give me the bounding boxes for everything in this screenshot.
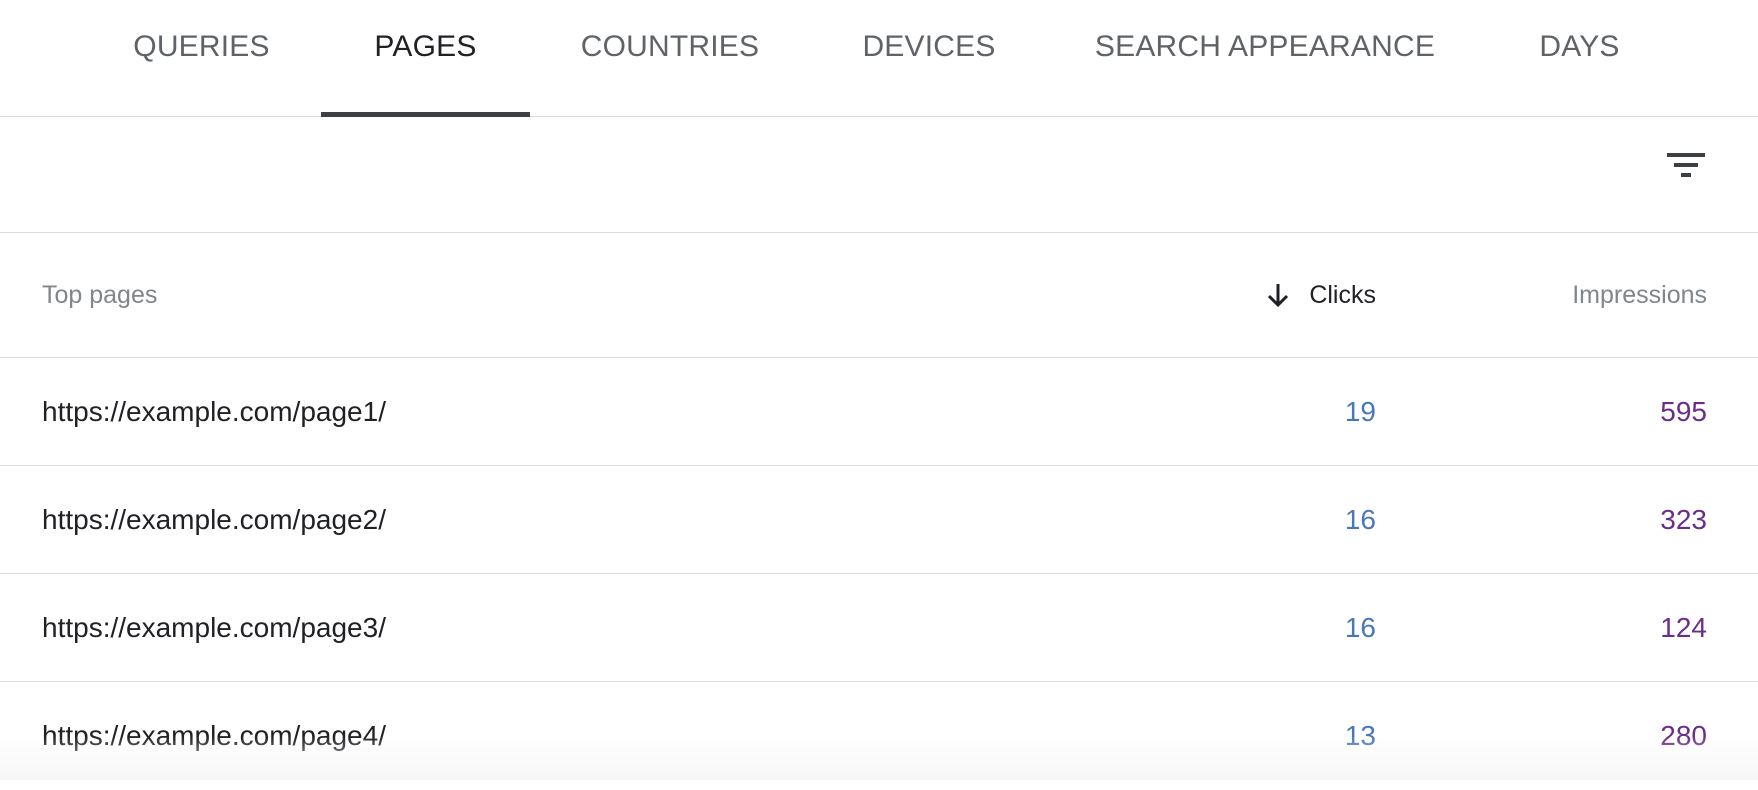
- tab-days[interactable]: DAYS: [1517, 0, 1642, 117]
- page-url[interactable]: https://example.com/page1/: [42, 396, 386, 428]
- clicks-value: 19: [1344, 395, 1376, 427]
- page-url[interactable]: https://example.com/page3/: [42, 612, 386, 644]
- tab-queries[interactable]: QUERIES: [105, 0, 298, 117]
- header-impressions-cell[interactable]: Impressions: [1572, 233, 1707, 357]
- tab-devices[interactable]: DEVICES: [845, 0, 1013, 117]
- impressions-value: 323: [1660, 503, 1707, 535]
- filter-button[interactable]: [1664, 143, 1708, 187]
- clicks-value: 16: [1344, 611, 1376, 643]
- header-top-pages[interactable]: Top pages: [42, 281, 157, 310]
- table-row[interactable]: https://example.com/page2/ 16 323: [0, 466, 1758, 574]
- tab-search-appearance[interactable]: SEARCH APPEARANCE: [1085, 0, 1445, 117]
- impressions-value: 280: [1660, 720, 1707, 751]
- header-page-cell: Top pages: [42, 233, 157, 357]
- impressions-value: 595: [1660, 395, 1707, 427]
- page-url[interactable]: https://example.com/page4/: [42, 720, 386, 752]
- clicks-value: 13: [1344, 720, 1376, 751]
- filter-list-icon: [1667, 153, 1705, 177]
- page-url[interactable]: https://example.com/page2/: [42, 504, 386, 536]
- clicks-value: 16: [1344, 503, 1376, 535]
- table-header-row: Top pages Clicks Impressions: [0, 233, 1758, 358]
- impressions-value: 124: [1660, 611, 1707, 643]
- table-toolbar: [0, 117, 1758, 233]
- header-impressions: Impressions: [1572, 280, 1707, 309]
- table-row[interactable]: https://example.com/page4/ 13 280: [0, 682, 1758, 790]
- arrow-downward-icon: [1268, 284, 1289, 308]
- header-clicks-cell[interactable]: Clicks: [1263, 233, 1376, 357]
- header-clicks: Clicks: [1309, 280, 1376, 309]
- table-row[interactable]: https://example.com/page3/ 16 124: [0, 574, 1758, 682]
- tab-pages[interactable]: PAGES: [321, 0, 530, 117]
- table-row[interactable]: https://example.com/page1/ 19 595: [0, 358, 1758, 466]
- report-tabs: QUERIES PAGES COUNTRIES DEVICES SEARCH A…: [0, 0, 1758, 117]
- tab-countries[interactable]: COUNTRIES: [560, 0, 780, 117]
